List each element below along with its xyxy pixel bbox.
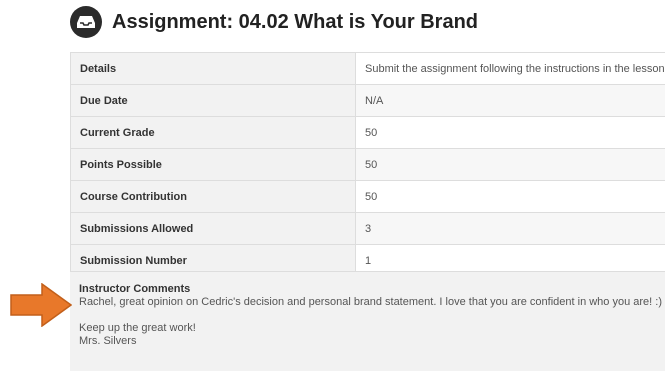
instructor-comments-heading: Instructor Comments (79, 283, 661, 296)
page-header: Assignment: 04.02 What is Your Brand (70, 6, 478, 38)
instructor-comments: Instructor Comments Rachel, great opinio… (70, 271, 665, 371)
due-date-label: Due Date (71, 85, 356, 117)
assignment-details-table: Details Submit the assignment following … (70, 52, 665, 277)
table-row: Current Grade 50 (71, 117, 665, 149)
page-title: Assignment: 04.02 What is Your Brand (112, 11, 478, 34)
due-date-value: N/A (356, 85, 665, 117)
current-grade-label: Current Grade (71, 117, 356, 149)
table-row: Submissions Allowed 3 (71, 213, 665, 245)
points-possible-label: Points Possible (71, 149, 356, 181)
course-contribution-label: Course Contribution (71, 181, 356, 213)
instructor-signature: Mrs. Silvers (79, 335, 661, 348)
details-value: Submit the assignment following the inst… (356, 53, 665, 85)
table-row: Due Date N/A (71, 85, 665, 117)
orange-arrow-icon (10, 283, 72, 327)
assignment-icon (70, 6, 102, 38)
instructor-comment-closing: Keep up the great work! (79, 322, 661, 335)
submissions-allowed-label: Submissions Allowed (71, 213, 356, 245)
submissions-allowed-value: 3 (356, 213, 665, 245)
table-row: Details Submit the assignment following … (71, 53, 665, 85)
instructor-comment-text: Rachel, great opinion on Cedric's decisi… (79, 296, 661, 309)
details-label: Details (71, 53, 356, 85)
current-grade-value: 50 (356, 117, 665, 149)
course-contribution-value: 50 (356, 181, 665, 213)
table-row: Course Contribution 50 (71, 181, 665, 213)
table-row: Points Possible 50 (71, 149, 665, 181)
points-possible-value: 50 (356, 149, 665, 181)
